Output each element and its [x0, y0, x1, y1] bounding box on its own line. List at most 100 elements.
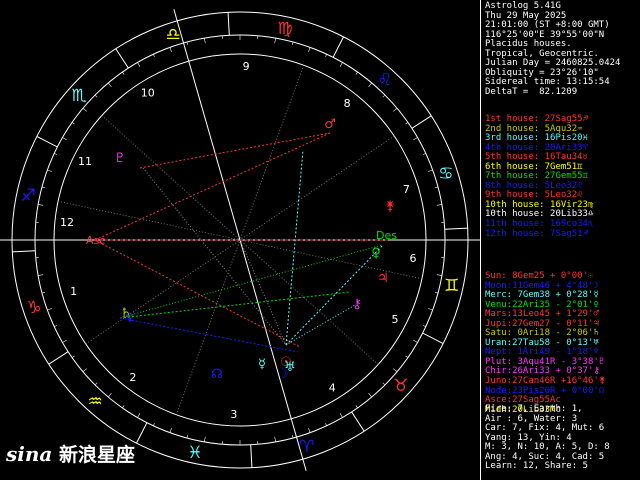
- house-cusps-list: 1st house: 27Sag55♐ 2nd house: 5Aqu32♒ 3rd…: [485, 114, 635, 239]
- degree-tick: [308, 47, 311, 53]
- planet-label: Satu:: [485, 328, 513, 339]
- aspect-line: [119, 244, 383, 319]
- degree-tick: [413, 137, 418, 141]
- degree-tick: [169, 47, 172, 53]
- degree-tick: [94, 382, 98, 386]
- aspect-line: [139, 132, 331, 169]
- house-label: 8th house:: [485, 180, 540, 191]
- aspect-line: [239, 239, 287, 346]
- planet-glyph-icon: ♇: [598, 356, 605, 367]
- degree-tick: [41, 186, 45, 189]
- house-value: 16Pis20: [544, 133, 583, 144]
- planet-glyph-icon: ♆: [593, 347, 599, 358]
- house-sign-icon: ♊: [582, 171, 588, 182]
- planet-glyph-icon: ☽: [593, 280, 599, 291]
- planet-label: Sun:: [485, 271, 507, 281]
- degree-tick: [122, 71, 125, 75]
- degree-tick: [107, 82, 112, 87]
- planet-position: 0Ari18: [512, 328, 551, 339]
- aspect-line: [94, 132, 331, 241]
- degree-tick: [325, 422, 327, 426]
- house-label: 10th house:: [485, 209, 545, 220]
- stat-line: Learn: 12, Share: 5: [485, 461, 588, 472]
- degree-tick: [436, 274, 442, 276]
- house-number: 3: [230, 408, 237, 421]
- house-number: 8: [344, 97, 351, 110]
- planet-position: 26Ari33: [512, 366, 551, 377]
- planet-latitude: + 0°37': [550, 366, 594, 377]
- planet-glyph-icon: ♃: [593, 318, 599, 329]
- house-value: 5Leo32: [544, 190, 578, 201]
- zodiac-sign-icon: ♉: [393, 376, 408, 396]
- degree-tick: [435, 186, 439, 189]
- sign-divider: [332, 36, 344, 58]
- degree-tick: [204, 38, 206, 44]
- degree-tick: [186, 41, 189, 45]
- degree-tick: [291, 41, 294, 45]
- zodiac-sign-icon: ♌: [377, 70, 392, 90]
- planet-position: 27Tau58: [512, 337, 551, 348]
- planet-position: 3Aqu41R: [512, 356, 556, 367]
- zodiac-sign-icon: ♎: [165, 25, 180, 45]
- planet-position: 27Can46R: [512, 376, 556, 387]
- zodiac-sign-icon: ♊: [444, 276, 459, 296]
- planet-wheel-icon: ♇: [114, 151, 126, 166]
- sign-divider: [351, 411, 365, 432]
- aspect-line: [285, 304, 356, 346]
- planet-wheel-icon: ♅: [284, 360, 296, 375]
- degree-tick: [422, 325, 426, 327]
- house-number: 1: [70, 285, 77, 298]
- degree-tick: [54, 153, 58, 155]
- house-number: 6: [410, 252, 417, 265]
- chart-header: Astrolog 5.41G Thu 29 May 2025 21:01:00 (S…: [485, 1, 620, 97]
- planet-position: 11Gem46: [512, 280, 551, 291]
- degree-tick: [405, 355, 409, 358]
- degree-tick: [47, 308, 53, 311]
- sign-divider: [411, 115, 432, 129]
- planet-glyph-icon: ☊: [598, 385, 605, 396]
- degree-tick: [308, 427, 311, 433]
- planet-label: Juno:: [485, 376, 513, 387]
- planet-glyph-icon: ☉: [587, 271, 594, 281]
- zodiac-sign-icon: ♏: [71, 86, 86, 106]
- house-value: 20Lib33: [550, 209, 588, 220]
- planet-position: 13Leo45: [512, 309, 551, 320]
- house-sign-icon: ♌: [577, 190, 583, 201]
- degree-tick: [274, 436, 276, 442]
- planet-latitude: + 4°48': [550, 280, 594, 291]
- aspect-line: [119, 291, 351, 319]
- planet-latitude: + 0°00': [555, 385, 599, 396]
- degree-tick: [368, 82, 373, 87]
- house-number: 4: [329, 382, 336, 395]
- zodiac-sign-icon: ♍: [277, 19, 292, 39]
- house-value: 16Tau34: [544, 152, 583, 163]
- house-label: 9th house:: [485, 190, 540, 201]
- planet-label: Mars:: [485, 309, 513, 320]
- house-value: 27Gem55: [544, 171, 583, 182]
- chart-wheel: ♑♒♓ ♈♉♊♋♌♍♎♏♐123456789101112Asc Des☉☽☿♀♂♃♄…: [0, 9, 480, 471]
- house-sign-icon: ♍: [587, 199, 594, 210]
- degree-tick: [38, 274, 44, 276]
- planet-glyph-icon: ♀: [593, 299, 599, 310]
- aspect-line: [94, 239, 301, 348]
- degree-tick: [413, 339, 418, 343]
- degree-tick: [339, 413, 343, 418]
- planet-latitude: + 1°29': [550, 309, 594, 320]
- house-value: 5Leo32: [544, 180, 578, 191]
- aspect-line: [285, 244, 384, 346]
- house-cusp-line: [101, 115, 241, 241]
- info-panel: Astrolog 5.41G Thu 29 May 2025 21:01:00 (S…: [480, 0, 640, 480]
- planet-latitude: - 0°11': [550, 318, 594, 329]
- degree-tick: [393, 368, 398, 373]
- sign-divider: [422, 332, 444, 344]
- degree-tick: [137, 413, 141, 418]
- house-number: 9: [243, 60, 250, 73]
- degree-tick: [436, 204, 442, 206]
- degree-tick: [405, 122, 409, 125]
- planet-label: Uran:: [485, 337, 513, 348]
- degree-tick: [368, 393, 373, 398]
- planet-positions-list: Sun: 8Gem25 + 0°00'☉ Moon:11Gem46 + 4°48'…: [485, 271, 635, 415]
- degree-tick: [153, 54, 155, 58]
- house-sign-icon: ♈: [582, 142, 588, 153]
- degree-tick: [422, 153, 426, 155]
